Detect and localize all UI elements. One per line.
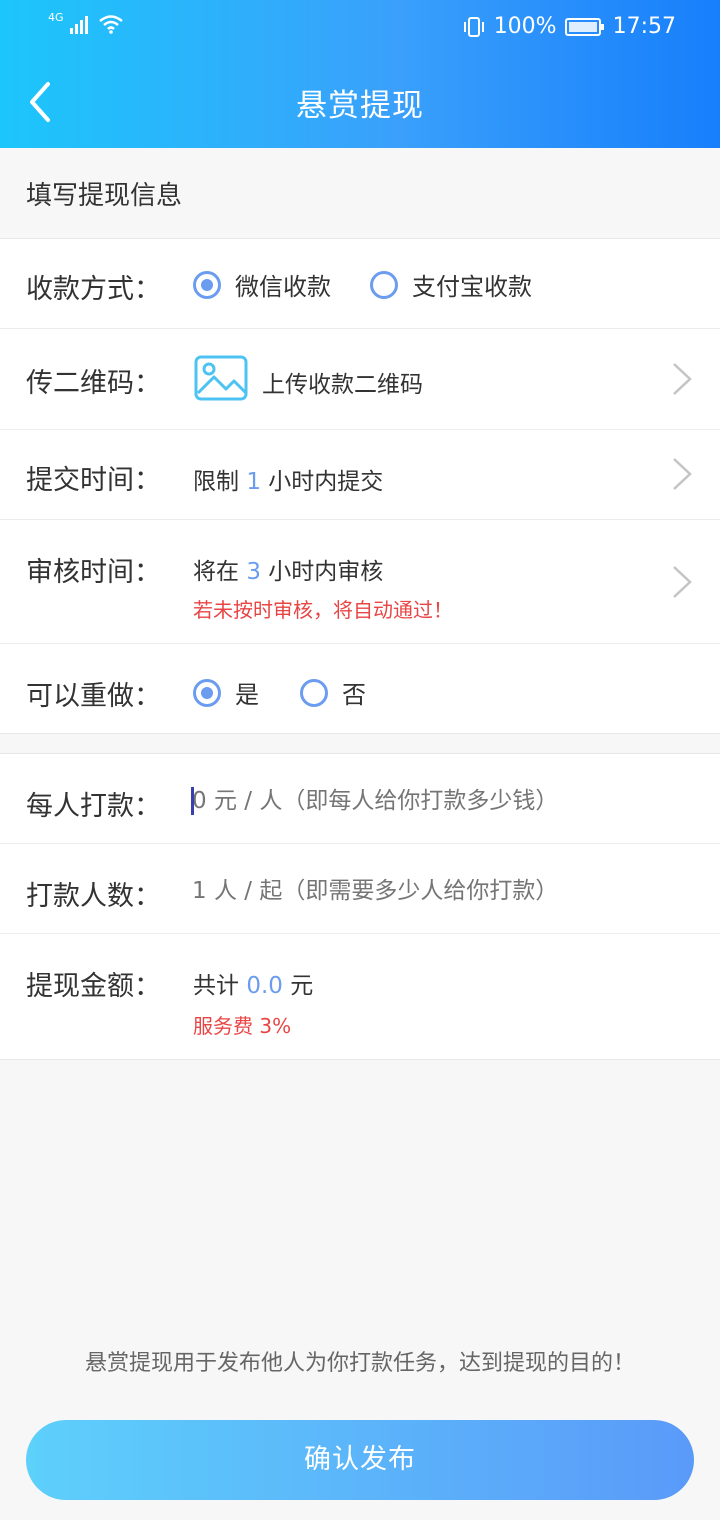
radio-redo-yes-indicator (193, 678, 221, 707)
review-time-value: 将在 3 小时内审核 (193, 552, 383, 586)
service-fee: 服务费 3% (193, 1014, 292, 1038)
amount-card: 每人打款： 打款人数： 提现金额： 共计 0.0 元 服务费 3% (0, 753, 720, 1060)
battery-percent: 100% (493, 14, 557, 39)
total-suffix: 元 (290, 973, 314, 999)
review-time-suffix: 小时内审核 (268, 559, 384, 585)
footer-note: 悬赏提现用于发布他人为你打款任务，达到提现的目的！ (84, 1351, 635, 1376)
radio-redo-no[interactable]: 否 (300, 675, 366, 710)
withdraw-info-card: 收款方式： 微信收款 支付宝收款 传二维码： 上传收款二维码 提交时间： 限制 … (0, 238, 720, 734)
qr-upload-label: 上传收款二维码 (262, 372, 423, 398)
radio-redo-yes[interactable]: 是 (193, 675, 259, 710)
review-time-row[interactable]: 审核时间： 将在 3 小时内审核 若未按时审核，将自动通过！ (0, 520, 720, 644)
review-time-hours: 3 (246, 559, 261, 585)
radio-redo-no-label: 否 (342, 681, 366, 709)
status-right: 100% 17:57 (462, 14, 676, 39)
radio-alipay-indicator (370, 270, 398, 299)
app-header: 4G 100% 17:57 悬赏提现 (0, 0, 720, 148)
battery-icon (564, 17, 604, 36)
total-label: 提现金额： (26, 971, 161, 1002)
chevron-right-icon (673, 566, 692, 598)
status-left: 4G (48, 11, 124, 34)
qr-code-row[interactable]: 传二维码： 上传收款二维码 (0, 329, 720, 430)
section-title: 填写提现信息 (26, 181, 183, 211)
people-count-input[interactable] (192, 878, 692, 904)
per-person-row: 每人打款： (0, 754, 720, 844)
text-caret (191, 787, 194, 815)
per-person-label: 每人打款： (26, 791, 161, 822)
wifi-icon (98, 15, 123, 34)
status-bar: 4G 100% 17:57 (0, 0, 720, 58)
radio-redo-no-indicator (300, 678, 328, 707)
submit-time-suffix: 小时内提交 (268, 469, 384, 495)
radio-wechat-indicator (193, 270, 221, 299)
vibrate-icon (463, 16, 484, 37)
submit-time-label: 提交时间： (26, 465, 161, 496)
submit-time-row[interactable]: 提交时间： 限制 1 小时内提交 (0, 430, 720, 520)
submit-time-hours: 1 (246, 469, 261, 495)
radio-alipay-label: 支付宝收款 (412, 273, 532, 301)
redo-label: 可以重做： (26, 681, 161, 712)
review-time-warning: 若未按时审核，将自动通过！ (193, 598, 453, 622)
submit-time-prefix: 限制 (193, 469, 239, 495)
chevron-right-icon (673, 458, 692, 490)
radio-alipay[interactable]: 支付宝收款 (370, 267, 532, 302)
total-row: 提现金额： 共计 0.0 元 服务费 3% (0, 934, 720, 1059)
review-time-label: 审核时间： (26, 557, 161, 588)
people-count-row: 打款人数： (0, 844, 720, 934)
radio-wechat[interactable]: 微信收款 (193, 267, 331, 302)
qr-code-label: 传二维码： (26, 368, 161, 399)
confirm-publish-button[interactable]: 确认发布 (26, 1420, 694, 1500)
radio-redo-yes-label: 是 (235, 681, 259, 709)
total-prefix: 共计 (193, 973, 239, 999)
payment-method-row: 收款方式： 微信收款 支付宝收款 (0, 239, 720, 329)
review-time-prefix: 将在 (193, 559, 239, 585)
people-count-label: 打款人数： (26, 881, 161, 912)
page-title: 悬赏提现 (296, 88, 424, 124)
redo-row: 可以重做： 是 否 (0, 644, 720, 733)
chevron-right-icon (673, 363, 692, 395)
network-label: 4G (48, 11, 64, 24)
total-value: 共计 0.0 元 (193, 966, 313, 1000)
per-person-input[interactable] (192, 788, 692, 814)
radio-wechat-label: 微信收款 (235, 273, 331, 301)
payment-method-label: 收款方式： (26, 274, 161, 305)
signal-icon (69, 16, 88, 34)
image-upload-icon[interactable] (194, 355, 248, 401)
submit-time-value: 限制 1 小时内提交 (193, 462, 383, 496)
total-amount: 0.0 (246, 973, 283, 999)
clock: 17:57 (612, 14, 676, 39)
